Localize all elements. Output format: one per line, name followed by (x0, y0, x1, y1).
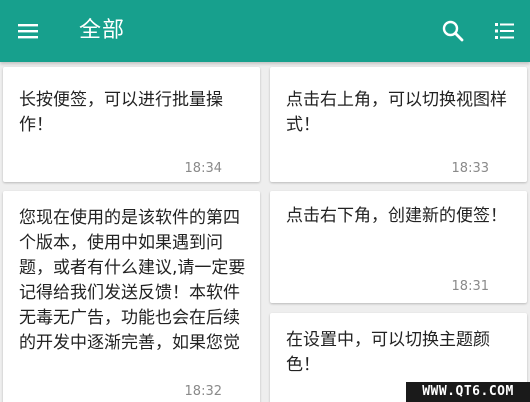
hamburger-menu-icon (18, 24, 38, 39)
note-card[interactable]: 长按便签，可以进行批量操作！ 18:34 (3, 67, 260, 182)
note-card[interactable]: 点击右上角，可以切换视图样式！ 18:33 (270, 67, 527, 182)
site-watermark: WWW.QT6.COM (406, 382, 530, 402)
search-icon (442, 20, 464, 42)
note-card[interactable]: 您现在使用的是该软件的第四个版本，使用中如果遇到问题，或者有什么建议,请一定要记… (3, 191, 260, 402)
app-bar: 全部 (0, 0, 530, 62)
note-text: 在设置中，可以切换主题颜色！ (286, 330, 490, 375)
note-card[interactable]: 点击右下角，创建新的便签！ 18:31 (270, 191, 527, 303)
switch-view-button[interactable] (489, 15, 521, 47)
page-title: 全部 (79, 18, 126, 43)
list-view-icon (495, 23, 514, 39)
note-text: 点击右上角，可以切换视图样式！ (286, 90, 507, 135)
note-time: 18:33 (451, 161, 489, 176)
note-time: 18:34 (184, 161, 222, 176)
menu-button[interactable] (14, 17, 42, 45)
note-time: 18:31 (451, 279, 489, 294)
search-button[interactable] (437, 15, 469, 47)
note-text: 点击右下角，创建新的便签！ (286, 206, 507, 226)
note-text: 长按便签，可以进行批量操作！ (19, 90, 223, 135)
note-text: 您现在使用的是该软件的第四个版本，使用中如果遇到问题，或者有什么建议,请一定要记… (19, 208, 246, 353)
notes-grid: 长按便签，可以进行批量操作！ 18:34 您现在使用的是该软件的第四个版本，使用… (0, 62, 530, 402)
note-time: 18:32 (184, 384, 222, 399)
